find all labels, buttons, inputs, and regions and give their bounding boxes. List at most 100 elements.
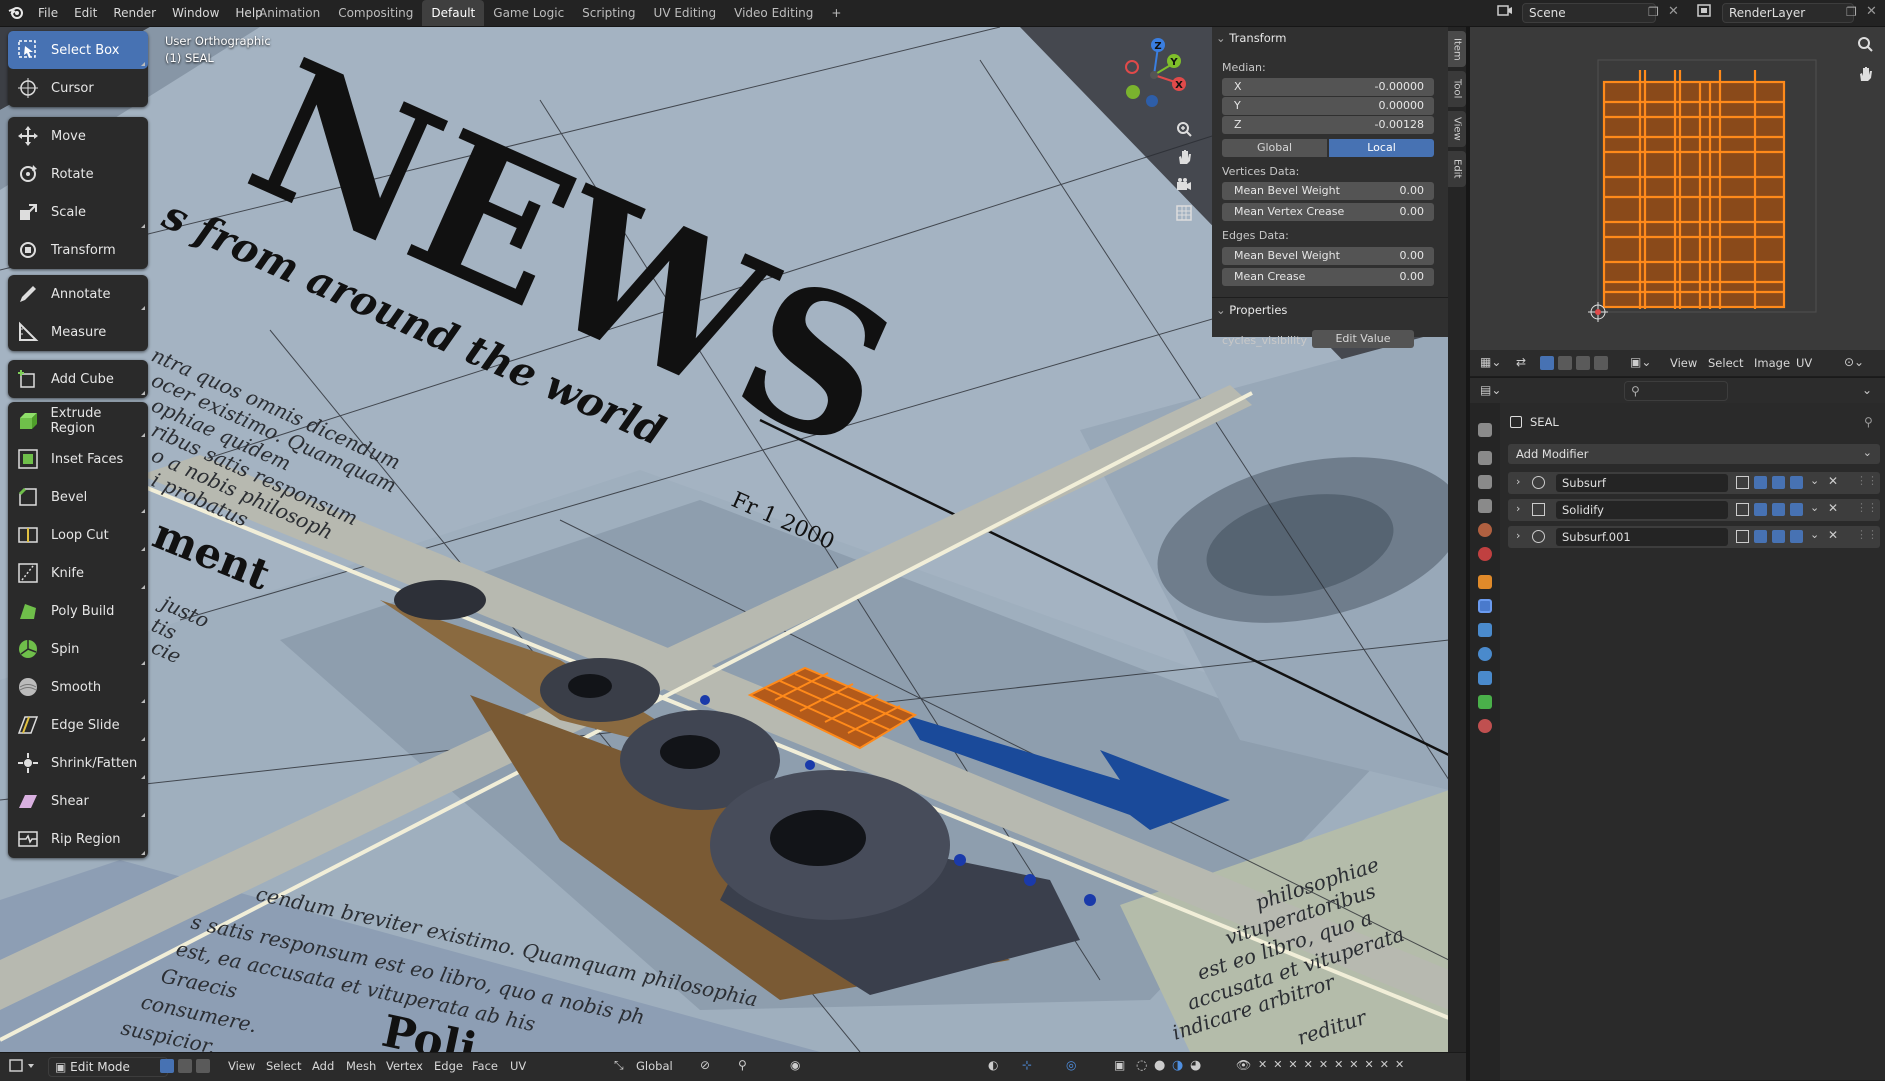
close-icon[interactable]: ✕ (1866, 4, 1877, 19)
close-icon[interactable]: ✕ (1828, 528, 1838, 542)
world-properties-icon[interactable] (1478, 547, 1492, 561)
tool-rip-region[interactable]: Rip Region (8, 820, 148, 858)
mode-dropdown[interactable]: ▣ Edit Mode (48, 1057, 168, 1077)
chevron-down-icon[interactable]: ⌄ (1862, 383, 1872, 397)
on-cage-icon[interactable] (1736, 503, 1749, 516)
material-properties-icon[interactable] (1478, 719, 1492, 733)
edit-mode-toggle-icon[interactable] (1754, 503, 1767, 516)
tool-bevel[interactable]: Bevel (8, 478, 148, 516)
wireframe-shading-icon[interactable]: ◌ (1136, 1058, 1147, 1073)
expand-chevron-icon[interactable]: › (1516, 502, 1520, 515)
gizmo-icon[interactable]: ⊹ (1022, 1058, 1032, 1072)
new-layer-icon[interactable]: ❐ (1846, 5, 1857, 19)
object-properties-icon[interactable] (1478, 575, 1492, 589)
menu-vertex[interactable]: Vertex (386, 1059, 423, 1073)
constraints-properties-icon[interactable] (1478, 671, 1492, 685)
modifier-subsurf[interactable]: › Subsurf ⌄ ✕ ⋮⋮ (1508, 472, 1880, 494)
drag-handle-icon[interactable]: ⋮⋮ (1856, 501, 1878, 514)
tab-view[interactable]: View (1448, 111, 1466, 147)
tool-move[interactable]: Move (8, 117, 148, 155)
menu-render[interactable]: Render (105, 6, 164, 20)
mean-vertex-crease-field[interactable]: Mean Vertex Crease 0.00 (1222, 203, 1434, 221)
snap-icon[interactable]: ⚲ (738, 1058, 747, 1072)
rendered-shading-icon[interactable]: ◕ (1190, 1058, 1201, 1073)
menu-uv[interactable]: UV (510, 1059, 526, 1073)
add-workspace-button[interactable]: + (822, 6, 850, 20)
menu-add[interactable]: Add (312, 1059, 334, 1073)
add-modifier-dropdown[interactable]: Add Modifier ⌄ (1508, 444, 1880, 464)
physics-properties-icon[interactable] (1478, 647, 1492, 661)
chevron-down-icon[interactable]: ⌄ (1810, 474, 1819, 487)
modifier-solidify[interactable]: › Solidify ⌄ ✕ ⋮⋮ (1508, 499, 1880, 521)
uv-editor-type-icon[interactable]: ▦⌄ (1480, 355, 1501, 369)
mean-crease-field[interactable]: Mean Crease 0.00 (1222, 268, 1434, 286)
render-toggle-icon[interactable] (1790, 503, 1803, 516)
tool-poly-build[interactable]: Poly Build (8, 592, 148, 630)
material-shading-icon[interactable]: ◑ (1172, 1058, 1183, 1073)
properties-editor-type-icon[interactable]: ▤⌄ (1480, 383, 1501, 397)
tab-animation[interactable]: Animation (250, 6, 329, 20)
render-layer-icon[interactable] (1696, 3, 1716, 21)
grid-icon[interactable] (1170, 199, 1198, 227)
scene-icon[interactable] (1496, 3, 1516, 21)
uv-menu-image[interactable]: Image (1754, 356, 1790, 370)
tool-extrude-region[interactable]: Extrude Region (8, 402, 148, 440)
on-cage-icon[interactable] (1736, 476, 1749, 489)
modifier-name-field[interactable]: Subsurf.001 (1556, 528, 1728, 546)
tab-scripting[interactable]: Scripting (573, 6, 644, 20)
viewport-toggle-icon[interactable] (1772, 476, 1785, 489)
tool-transform[interactable]: Transform (8, 231, 148, 269)
solid-shading-icon[interactable]: ● (1154, 1058, 1165, 1073)
render-toggle-icon[interactable] (1790, 530, 1803, 543)
data-properties-icon[interactable] (1478, 695, 1492, 709)
drag-handle-icon[interactable]: ⋮⋮ (1856, 474, 1878, 487)
tab-game-logic[interactable]: Game Logic (484, 6, 573, 20)
tool-loop-cut[interactable]: Loop Cut (8, 516, 148, 554)
tab-video-editing[interactable]: Video Editing (725, 6, 822, 20)
chevron-down-icon[interactable]: ⌄ (1810, 501, 1819, 514)
drag-handle-icon[interactable]: ⋮⋮ (1856, 528, 1878, 541)
scene-properties-icon[interactable] (1478, 523, 1492, 537)
uv-pivot-icon[interactable]: ⊙⌄ (1844, 355, 1864, 369)
tool-rotate[interactable]: Rotate (8, 155, 148, 193)
uv-face-select-icon[interactable] (1576, 356, 1590, 370)
menu-face[interactable]: Face (472, 1059, 498, 1073)
tool-spin[interactable]: Spin (8, 630, 148, 668)
mesh-display-icons[interactable]: ✕✕✕✕✕✕✕✕✕✕ (1258, 1058, 1410, 1071)
properties-section-header[interactable]: ⌄ Properties (1216, 303, 1287, 317)
modifier-subsurf-001[interactable]: › Subsurf.001 ⌄ ✕ ⋮⋮ (1508, 526, 1880, 548)
expand-chevron-icon[interactable]: › (1516, 529, 1520, 542)
uv-vertex-select-icon[interactable] (1540, 356, 1554, 370)
edit-mode-toggle-icon[interactable] (1754, 476, 1767, 489)
uv-pan-hand-icon[interactable] (1856, 65, 1874, 86)
uv-edge-select-icon[interactable] (1558, 356, 1572, 370)
median-z-field[interactable]: Z -0.00128 (1222, 116, 1434, 134)
orientation-dropdown[interactable]: Global (636, 1059, 673, 1073)
on-cage-icon[interactable] (1736, 530, 1749, 543)
uv-sticky-icon[interactable]: ▣⌄ (1630, 355, 1651, 369)
global-toggle[interactable]: Global (1222, 139, 1327, 157)
menu-file[interactable]: File (30, 6, 66, 20)
new-scene-icon[interactable]: ❐ (1648, 5, 1659, 19)
median-y-field[interactable]: Y 0.00000 (1222, 97, 1434, 115)
eye-icon[interactable]: 👁 (1236, 1058, 1251, 1072)
menu-edit[interactable]: Edit (66, 6, 105, 20)
expand-chevron-icon[interactable]: › (1516, 475, 1520, 488)
uv-menu-view[interactable]: View (1670, 356, 1697, 370)
menu-select[interactable]: Select (266, 1059, 301, 1073)
tab-tool[interactable]: Tool (1448, 71, 1466, 107)
render-properties-icon[interactable] (1478, 451, 1492, 465)
tool-edge-slide[interactable]: Edge Slide (8, 706, 148, 744)
viewport-toggle-icon[interactable] (1772, 503, 1785, 516)
menu-edge[interactable]: Edge (434, 1059, 463, 1073)
viewport-toggle-icon[interactable] (1772, 530, 1785, 543)
render-toggle-icon[interactable] (1790, 476, 1803, 489)
tab-compositing[interactable]: Compositing (329, 6, 422, 20)
uv-sync-icon[interactable]: ⇄ (1516, 355, 1526, 369)
axis-gizmo[interactable]: Z Y X (1118, 35, 1192, 115)
edit-mode-toggle-icon[interactable] (1754, 530, 1767, 543)
uv-menu-uv[interactable]: UV (1796, 356, 1812, 370)
xray-icon[interactable]: ▣ (1114, 1058, 1125, 1072)
close-icon[interactable]: ✕ (1828, 474, 1838, 488)
uv-zoom-icon[interactable] (1856, 35, 1874, 56)
